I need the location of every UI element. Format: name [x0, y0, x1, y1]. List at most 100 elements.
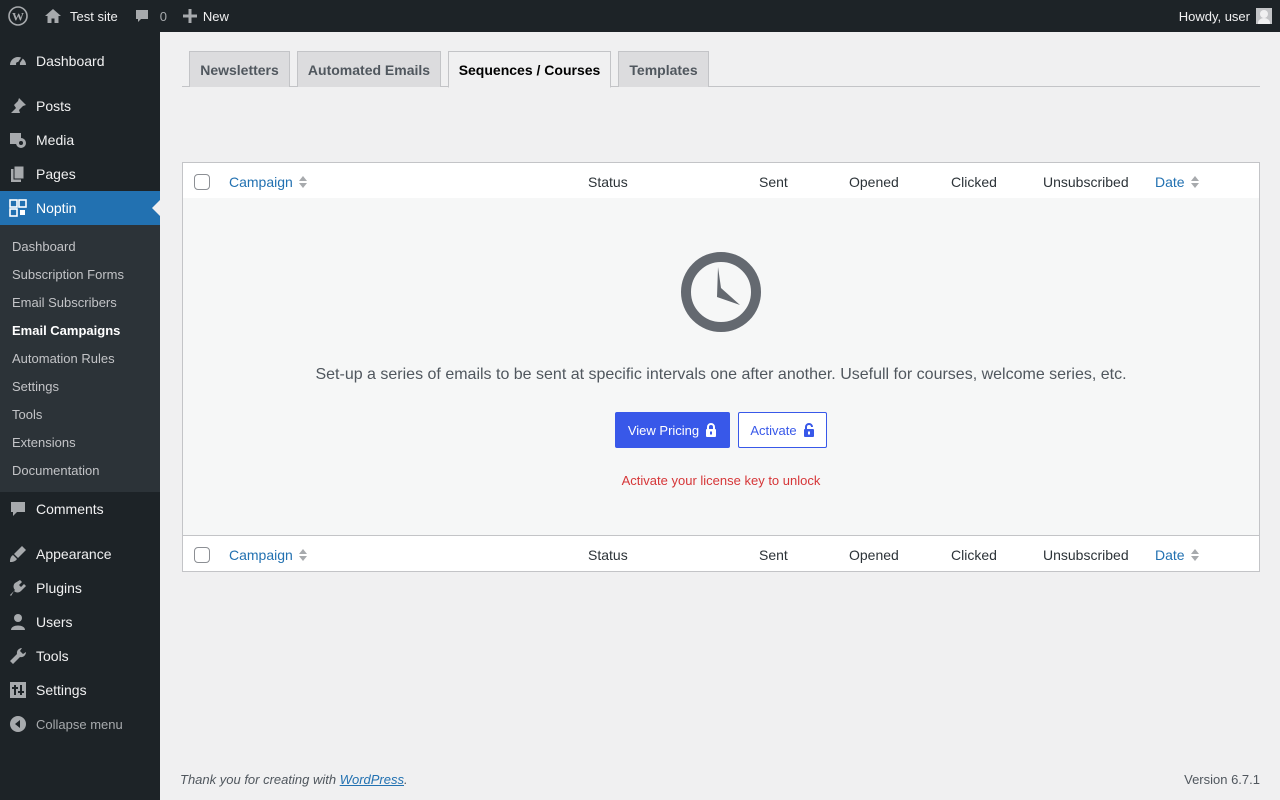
empty-state-message: Set-up a series of emails to be sent at … [315, 366, 1127, 383]
comment-icon [0, 499, 36, 519]
new-content-link[interactable]: New [175, 0, 237, 32]
site-name-link[interactable]: Test site [36, 0, 126, 32]
submenu-item-settings[interactable]: Settings [0, 372, 160, 400]
sidebar-item-comments[interactable]: Comments [0, 492, 160, 526]
select-all-checkbox-footer[interactable] [194, 547, 210, 563]
sidebar-item-label: Users [36, 614, 73, 630]
column-clicked-footer: Clicked [951, 546, 997, 563]
sidebar-item-label: Appearance [36, 546, 112, 562]
footer-thanks-suffix: . [404, 772, 408, 787]
submenu-item-documentation[interactable]: Documentation [0, 456, 160, 484]
view-pricing-label: View Pricing [627, 422, 700, 438]
tab-sequences-courses[interactable]: Sequences / Courses [448, 51, 611, 88]
sort-icon [1190, 548, 1199, 561]
submenu-item-dashboard[interactable]: Dashboard [0, 232, 160, 260]
submenu-item-automation-rules[interactable]: Automation Rules [0, 344, 160, 372]
site-name: Test site [70, 8, 118, 24]
column-campaign[interactable]: Campaign [229, 163, 307, 200]
admin-bar: W Test site 0 New Howdy, user [0, 0, 1280, 32]
submenu-item-subscription-forms[interactable]: Subscription Forms [0, 260, 160, 288]
column-campaign-label: Campaign [229, 173, 293, 190]
user-icon [0, 612, 36, 632]
media-icon [0, 130, 36, 150]
pin-icon [0, 96, 36, 116]
column-sent-footer: Sent [759, 546, 788, 563]
comments-count: 0 [159, 8, 167, 24]
main-content: Newsletters Automated Emails Sequences /… [180, 32, 1260, 742]
campaign-tabs: Newsletters Automated Emails Sequences /… [182, 51, 1260, 88]
noptin-icon [0, 198, 36, 218]
home-icon [45, 9, 61, 23]
column-date[interactable]: Date [1155, 163, 1199, 200]
submenu-item-email-subscribers[interactable]: Email Subscribers [0, 288, 160, 316]
tab-newsletters[interactable]: Newsletters [189, 51, 290, 87]
comment-bubble-icon [135, 10, 148, 22]
comments-link[interactable]: 0 [126, 0, 175, 32]
sort-icon [1190, 175, 1199, 188]
sidebar-item-label: Comments [36, 501, 104, 517]
column-date-footer[interactable]: Date [1155, 536, 1199, 573]
account-menu[interactable]: Howdy, user [1171, 0, 1280, 32]
sidebar-item-media[interactable]: Media [0, 123, 160, 157]
plus-icon [182, 9, 197, 23]
howdy-text: Howdy, user [1178, 8, 1250, 24]
column-date-label: Date [1155, 173, 1185, 190]
column-sent: Sent [759, 173, 788, 190]
sidebar-item-users[interactable]: Users [0, 605, 160, 639]
submenu-item-extensions[interactable]: Extensions [0, 428, 160, 456]
column-unsubscribed: Unsubscribed [1043, 173, 1129, 190]
sidebar-item-pages[interactable]: Pages [0, 157, 160, 191]
plug-icon [0, 578, 36, 598]
admin-sidebar: Dashboard Posts Media Pages Noptin Dashb… [0, 32, 160, 800]
view-pricing-button[interactable]: View Pricing [615, 412, 730, 448]
footer-thanks: Thank you for creating with WordPress. [180, 772, 408, 787]
sidebar-item-settings[interactable]: Settings [0, 673, 160, 707]
pages-icon [0, 164, 36, 184]
collapse-menu-button[interactable]: Collapse menu [0, 707, 160, 741]
wrench-icon [0, 646, 36, 666]
column-unsubscribed-footer: Unsubscribed [1043, 546, 1129, 563]
footer-version: Version 6.7.1 [1184, 772, 1260, 787]
sidebar-item-tools[interactable]: Tools [0, 639, 160, 673]
activate-button[interactable]: Activate [738, 412, 827, 448]
sidebar-item-label: Posts [36, 98, 72, 114]
sidebar-item-label: Plugins [36, 580, 82, 596]
footer-thanks-text: Thank you for creating with [180, 772, 340, 787]
sidebar-item-appearance[interactable]: Appearance [0, 537, 160, 571]
campaigns-table-header: Campaign Status Sent Opened Clicked Unsu… [182, 162, 1260, 199]
sidebar-item-dashboard[interactable]: Dashboard [0, 44, 160, 78]
empty-state: Set-up a series of emails to be sent at … [182, 198, 1260, 536]
clock-icon [681, 252, 761, 332]
tab-automated-emails[interactable]: Automated Emails [297, 51, 441, 87]
column-opened: Opened [849, 173, 899, 190]
column-status: Status [588, 173, 628, 190]
new-label: New [202, 8, 229, 24]
unlock-icon [803, 423, 814, 437]
svg-text:W: W [12, 10, 24, 24]
column-clicked: Clicked [951, 173, 997, 190]
sidebar-item-label: Dashboard [36, 53, 105, 69]
settings-icon [0, 680, 36, 700]
column-campaign-label: Campaign [229, 546, 293, 563]
tab-templates[interactable]: Templates [618, 51, 709, 87]
table-header-row: Campaign Status Sent Opened Clicked Unsu… [183, 163, 1259, 200]
wordpress-link[interactable]: WordPress [340, 772, 404, 787]
column-campaign-footer[interactable]: Campaign [229, 536, 307, 573]
sidebar-item-label: Pages [36, 166, 76, 182]
submenu-item-email-campaigns[interactable]: Email Campaigns [0, 316, 160, 344]
submenu-item-tools[interactable]: Tools [0, 400, 160, 428]
select-all-checkbox[interactable] [194, 174, 210, 190]
sidebar-item-noptin[interactable]: Noptin [0, 191, 160, 225]
sidebar-item-posts[interactable]: Posts [0, 89, 160, 123]
sidebar-item-plugins[interactable]: Plugins [0, 571, 160, 605]
column-opened-footer: Opened [849, 546, 899, 563]
lock-icon [706, 423, 717, 437]
avatar [1256, 8, 1272, 24]
brush-icon [0, 544, 36, 564]
campaigns-table-footer: Campaign Status Sent Opened Clicked Unsu… [182, 535, 1260, 572]
wordpress-logo-menu[interactable]: W [0, 0, 36, 32]
noptin-submenu: Dashboard Subscription Forms Email Subsc… [0, 225, 160, 492]
column-status-footer: Status [588, 546, 628, 563]
collapse-menu-label: Collapse menu [36, 716, 123, 732]
activate-label: Activate [750, 422, 797, 438]
